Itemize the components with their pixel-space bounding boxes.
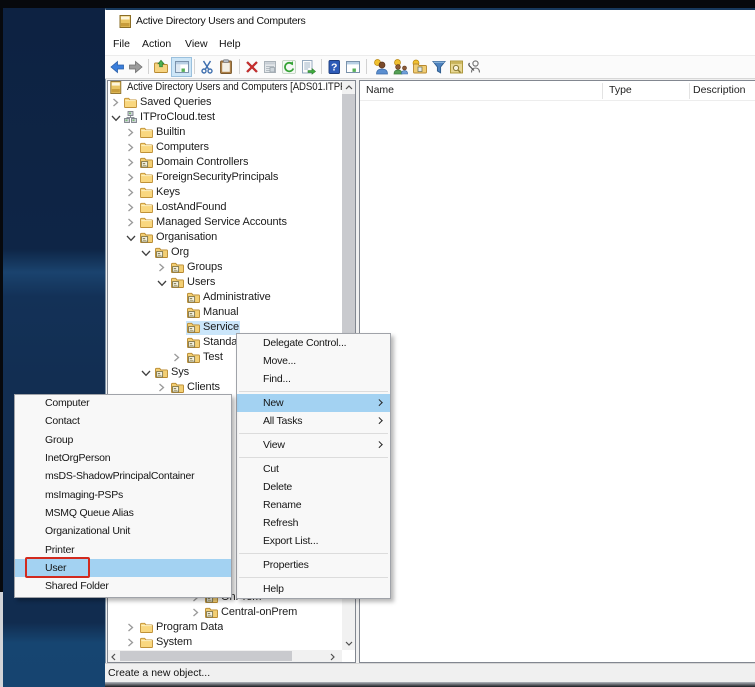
svg-text:?: ?	[331, 62, 337, 74]
